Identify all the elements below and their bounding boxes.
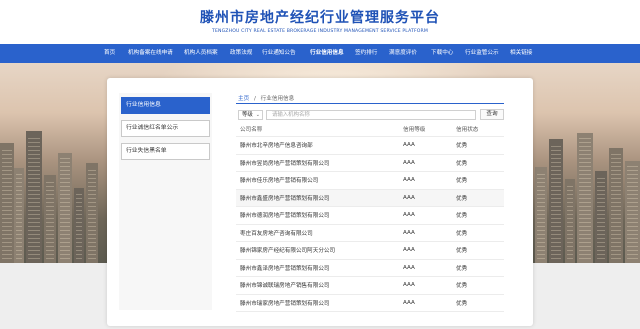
credit-status-cell: 优秀 [456, 265, 468, 272]
nav-item-online-filing[interactable]: 机构备案在线申请 [128, 44, 173, 63]
site-title: 滕州市房地产经纪行业管理服务平台 [200, 10, 440, 26]
breadcrumb-underline [236, 103, 504, 104]
nav-item-notices[interactable]: 行业通知公告 [262, 44, 296, 63]
credit-level-cell: AAA [403, 142, 415, 149]
nav-item-supervision[interactable]: 行业监管公示 [465, 44, 499, 63]
credit-level-cell: AAA [403, 299, 415, 306]
level-select-label: 等级 [242, 112, 253, 118]
table-row[interactable]: 滕州市德润房地产营销策划有限公司 AAA 优秀 [236, 207, 504, 225]
table-row[interactable]: 滕州市鑫盛房地产营销策划有限公司 AAA 优秀 [236, 189, 504, 207]
credit-status-cell: 优秀 [456, 248, 468, 255]
company-name-cell: 滕州市德润房地产营销策划有限公司 [240, 213, 330, 220]
table-row[interactable]: 滕州市佳乐房地产营销有限公司 AAA 优秀 [236, 172, 504, 190]
table-row[interactable]: 滕州锦家房产经纪有限公司阿天分公司 AAA 优秀 [236, 242, 504, 260]
nav-item-policies[interactable]: 政策法规 [230, 44, 252, 63]
credit-level-cell: AAA [403, 247, 415, 254]
site-header: 滕州市房地产经纪行业管理服务平台 TENGZHOU CITY REAL ESTA… [0, 0, 640, 44]
company-name-cell: 滕州市佳乐房地产营销有限公司 [240, 178, 319, 185]
credit-status-cell: 优秀 [456, 283, 468, 290]
company-name-cell: 滕州市瑞家房地产营销策划有限公司 [240, 300, 330, 307]
header-company-name: 公司名称 [240, 126, 263, 133]
breadcrumb-current: 行业信用信息 [260, 96, 295, 102]
company-name-cell: 滕州市鑫盛房地产营销策划有限公司 [240, 195, 330, 202]
chevron-down-icon: ⌄ [255, 112, 260, 118]
table-row[interactable]: 滕州市鑫泽房地产营销策划有限公司 AAA 优秀 [236, 260, 504, 277]
table-row[interactable]: 滕州市昱尚房地产营销策划有限公司 AAA 优秀 [236, 155, 504, 172]
table-row[interactable]: 滕州市瑞家房地产营销策划有限公司 AAA 优秀 [236, 295, 504, 312]
table-row[interactable]: 滕州市北辛房地产信息咨询部 AAA 优秀 [236, 137, 504, 155]
nav-item-satisfaction[interactable]: 满意度评价 [389, 44, 417, 63]
credit-level-cell: AAA [403, 264, 415, 271]
table-header: 公司名称 信用等级 信用状态 [236, 121, 504, 137]
company-name-cell: 滕州市昱尚房地产营销策划有限公司 [240, 160, 330, 167]
credit-status-cell: 优秀 [456, 230, 468, 237]
sidebar-item-credit-info[interactable]: 行业信用信息 [121, 97, 210, 114]
site-subtitle: TENGZHOU CITY REAL ESTATE BROKERAGE INDU… [212, 29, 428, 34]
sidebar-item-red-list[interactable]: 行业诚信红名单公示 [121, 120, 210, 137]
breadcrumb-separator: / [253, 96, 256, 102]
query-button[interactable]: 查询 [480, 109, 504, 120]
nav-item-home[interactable]: 首页 [104, 44, 115, 63]
header-credit-level: 信用等级 [403, 126, 426, 133]
credit-level-cell: AAA [403, 159, 415, 166]
credit-level-cell: AAA [403, 282, 415, 289]
credit-level-cell: AAA [403, 212, 415, 219]
company-name-cell: 滕州市鑫泽房地产营销策划有限公司 [240, 265, 330, 272]
credit-status-cell: 优秀 [456, 195, 468, 202]
nav-item-ranking[interactable]: 签约排行 [355, 44, 377, 63]
credit-status-cell: 优秀 [456, 213, 468, 220]
credit-level-cell: AAA [403, 177, 415, 184]
main-nav: 首页 机构备案在线申请 机构人员档案 政策法规 行业通知公告 行业信用信息 签约… [0, 44, 640, 63]
nav-item-downloads[interactable]: 下载中心 [431, 44, 453, 63]
level-select[interactable]: 等级 ⌄ [238, 110, 263, 120]
credit-status-cell: 优秀 [456, 300, 468, 307]
breadcrumb-home-link[interactable]: 主页 [238, 96, 249, 102]
credit-status-cell: 优秀 [456, 143, 468, 150]
credit-level-cell: AAA [403, 229, 415, 236]
company-name-input[interactable]: 请输入机构名称 [266, 110, 476, 120]
nav-item-credit-info[interactable]: 行业信用信息 [310, 44, 344, 63]
table-row[interactable]: 枣庄百友房地产咨询有限公司 AAA 优秀 [236, 225, 504, 242]
company-name-cell: 枣庄百友房地产咨询有限公司 [240, 230, 313, 237]
company-name-cell: 滕州市北辛房地产信息咨询部 [240, 143, 313, 150]
credit-status-cell: 优秀 [456, 178, 468, 185]
nav-item-links[interactable]: 相关链接 [510, 44, 532, 63]
nav-item-staff-archive[interactable]: 机构人员档案 [184, 44, 218, 63]
sidebar-item-black-list[interactable]: 行业失信黑名单 [121, 143, 210, 160]
company-name-cell: 滕州市锦诚联瑞房地产销售有限公司 [240, 283, 330, 290]
credit-table: 公司名称 信用等级 信用状态 滕州市北辛房地产信息咨询部 AAA 优秀 滕州市昱… [236, 121, 504, 312]
header-credit-status: 信用状态 [456, 126, 479, 133]
credit-status-cell: 优秀 [456, 160, 468, 167]
company-name-cell: 滕州锦家房产经纪有限公司阿天分公司 [240, 248, 336, 255]
credit-level-cell: AAA [403, 194, 415, 201]
breadcrumb: 主页 / 行业信用信息 [238, 94, 294, 102]
table-row[interactable]: 滕州市锦诚联瑞房地产销售有限公司 AAA 优秀 [236, 277, 504, 295]
